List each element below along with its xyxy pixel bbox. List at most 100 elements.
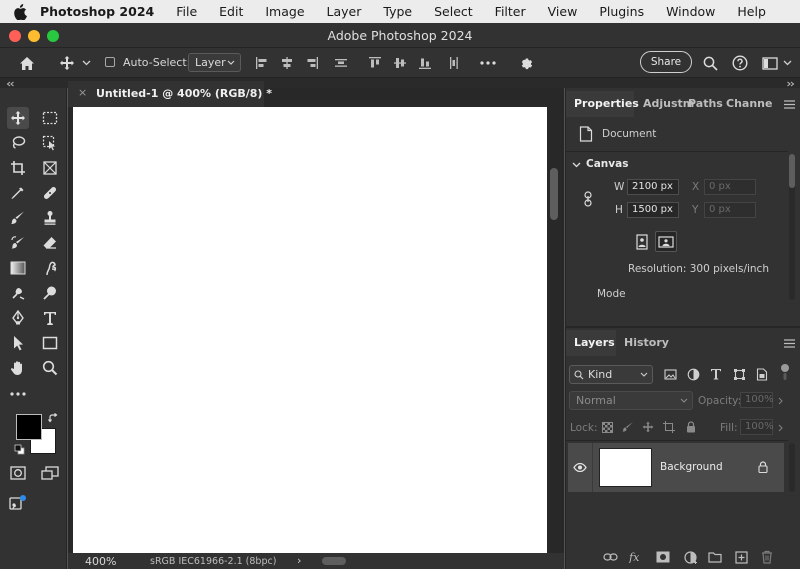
menu-filter[interactable]: Filter bbox=[495, 4, 526, 19]
clone-stamp-tool-icon[interactable] bbox=[39, 207, 61, 229]
menu-file[interactable]: File bbox=[176, 4, 197, 19]
menu-view[interactable]: View bbox=[548, 4, 578, 19]
path-selection-tool-icon[interactable] bbox=[7, 332, 29, 354]
workspace-chevron-down-icon[interactable] bbox=[780, 55, 794, 71]
new-layer-icon[interactable] bbox=[732, 549, 750, 565]
hand-tool-icon[interactable] bbox=[7, 357, 29, 379]
smudge-tool-icon[interactable] bbox=[39, 257, 61, 279]
lock-image-pixels-icon[interactable] bbox=[621, 420, 635, 434]
menu-plugins[interactable]: Plugins bbox=[599, 4, 644, 19]
width-field[interactable]: 2100 px bbox=[627, 179, 679, 195]
type-tool-icon[interactable] bbox=[39, 307, 61, 329]
menu-image[interactable]: Image bbox=[265, 4, 304, 19]
menu-help[interactable]: Help bbox=[737, 4, 766, 19]
screen-mode-icon[interactable] bbox=[39, 462, 61, 484]
filter-shape-icon[interactable] bbox=[731, 366, 747, 382]
apple-icon[interactable] bbox=[0, 3, 40, 20]
pen-tool-icon[interactable] bbox=[7, 307, 29, 329]
dodge-tool-icon[interactable] bbox=[7, 282, 29, 304]
marquee-tool-icon[interactable] bbox=[39, 107, 61, 129]
lock-all-icon[interactable] bbox=[684, 419, 698, 435]
share-for-review-icon[interactable] bbox=[7, 492, 29, 514]
tab-layers[interactable]: Layers bbox=[574, 336, 615, 349]
link-layers-icon[interactable] bbox=[601, 549, 619, 565]
canvas-chevron-down-icon[interactable] bbox=[571, 160, 581, 170]
edit-toolbar-icon[interactable] bbox=[7, 383, 29, 405]
object-selection-tool-icon[interactable] bbox=[39, 132, 61, 154]
move-tool-icon[interactable] bbox=[7, 107, 29, 129]
tab-adjustments[interactable]: Adjustm bbox=[643, 97, 694, 110]
delete-layer-icon[interactable] bbox=[758, 548, 776, 566]
vertical-scrollbar[interactable] bbox=[550, 168, 558, 220]
layer-name[interactable]: Background bbox=[660, 461, 723, 473]
crop-tool-icon[interactable] bbox=[7, 157, 29, 179]
eraser-tool-icon[interactable] bbox=[39, 232, 61, 254]
distribute-vertical-icon[interactable] bbox=[332, 53, 350, 73]
distribute-horizontal-icon[interactable] bbox=[445, 53, 463, 73]
opacity-field[interactable]: 100% bbox=[740, 392, 774, 408]
filter-toggle-icon[interactable] bbox=[776, 362, 794, 382]
menu-type[interactable]: Type bbox=[383, 4, 412, 19]
workspace-icon[interactable] bbox=[760, 53, 780, 73]
menu-layer[interactable]: Layer bbox=[327, 4, 362, 19]
menu-select[interactable]: Select bbox=[434, 4, 473, 19]
layers-menu-icon[interactable] bbox=[782, 336, 796, 350]
new-adjustment-layer-icon[interactable] bbox=[681, 549, 699, 565]
gear-icon[interactable] bbox=[516, 53, 536, 73]
fill-chevron-icon[interactable] bbox=[775, 421, 785, 435]
new-group-icon[interactable] bbox=[706, 549, 724, 565]
align-vertical-center-icon[interactable] bbox=[391, 53, 409, 73]
filter-adjustment-icon[interactable] bbox=[685, 366, 701, 382]
default-colors-icon[interactable] bbox=[13, 443, 26, 456]
tab-properties[interactable]: Properties bbox=[574, 97, 639, 110]
tab-paths[interactable]: Paths bbox=[688, 97, 723, 110]
y-field[interactable]: 0 px bbox=[704, 202, 756, 218]
blend-mode-dropdown[interactable]: Normal bbox=[569, 391, 693, 410]
document-tab[interactable]: × Untitled-1 @ 400% (RGB/8) * bbox=[68, 81, 272, 107]
align-top-icon[interactable] bbox=[366, 53, 384, 73]
filter-kind-dropdown[interactable]: Kind bbox=[569, 365, 653, 384]
foreground-color-swatch[interactable] bbox=[16, 414, 42, 440]
lasso-tool-icon[interactable] bbox=[7, 132, 29, 154]
zoom-tool-icon[interactable] bbox=[39, 357, 61, 379]
frame-tool-icon[interactable] bbox=[39, 157, 61, 179]
properties-menu-icon[interactable] bbox=[782, 97, 796, 111]
menu-edit[interactable]: Edit bbox=[219, 4, 243, 19]
collapse-panels-icon[interactable] bbox=[784, 79, 796, 88]
more-options-icon[interactable] bbox=[478, 53, 498, 73]
tab-channels[interactable]: Channe bbox=[726, 97, 772, 110]
link-icon[interactable] bbox=[581, 190, 595, 208]
properties-scroll-thumb[interactable] bbox=[789, 154, 795, 188]
home-icon[interactable] bbox=[16, 53, 38, 73]
opacity-chevron-icon[interactable] bbox=[775, 394, 785, 408]
filter-smart-object-icon[interactable] bbox=[754, 366, 770, 382]
auto-select-checkbox[interactable] bbox=[104, 56, 116, 68]
height-field[interactable]: 1500 px bbox=[627, 202, 679, 218]
layer-effects-icon[interactable]: fx bbox=[627, 548, 645, 566]
help-icon[interactable] bbox=[730, 53, 750, 73]
auto-select-dropdown[interactable]: Layer bbox=[188, 53, 241, 72]
add-mask-icon[interactable] bbox=[654, 549, 672, 565]
fill-field[interactable]: 100% bbox=[740, 419, 774, 435]
app-menu[interactable]: Photoshop 2024 bbox=[40, 4, 154, 19]
gradient-tool-icon[interactable] bbox=[7, 257, 29, 279]
zoom-level[interactable]: 400% bbox=[85, 555, 116, 568]
swap-colors-icon[interactable] bbox=[47, 412, 59, 424]
landscape-orientation-icon[interactable] bbox=[655, 231, 677, 252]
brush-tool-icon[interactable] bbox=[7, 207, 29, 229]
rectangle-tool-icon[interactable] bbox=[39, 332, 61, 354]
eyedropper-tool-icon[interactable] bbox=[7, 182, 29, 204]
healing-brush-tool-icon[interactable] bbox=[39, 182, 61, 204]
search-icon[interactable] bbox=[700, 53, 720, 73]
canvas[interactable] bbox=[73, 107, 547, 553]
collapse-toolbar-icon[interactable] bbox=[4, 79, 16, 88]
align-bottom-icon[interactable] bbox=[416, 53, 434, 73]
filter-type-icon[interactable] bbox=[708, 366, 724, 382]
menu-window[interactable]: Window bbox=[666, 4, 715, 19]
history-brush-tool-icon[interactable] bbox=[7, 232, 29, 254]
x-field[interactable]: 0 px bbox=[704, 179, 756, 195]
portrait-orientation-icon[interactable] bbox=[632, 232, 652, 252]
share-button[interactable]: Share bbox=[640, 51, 692, 73]
lock-transparent-icon[interactable] bbox=[600, 420, 614, 434]
filter-pixel-icon[interactable] bbox=[662, 366, 678, 382]
